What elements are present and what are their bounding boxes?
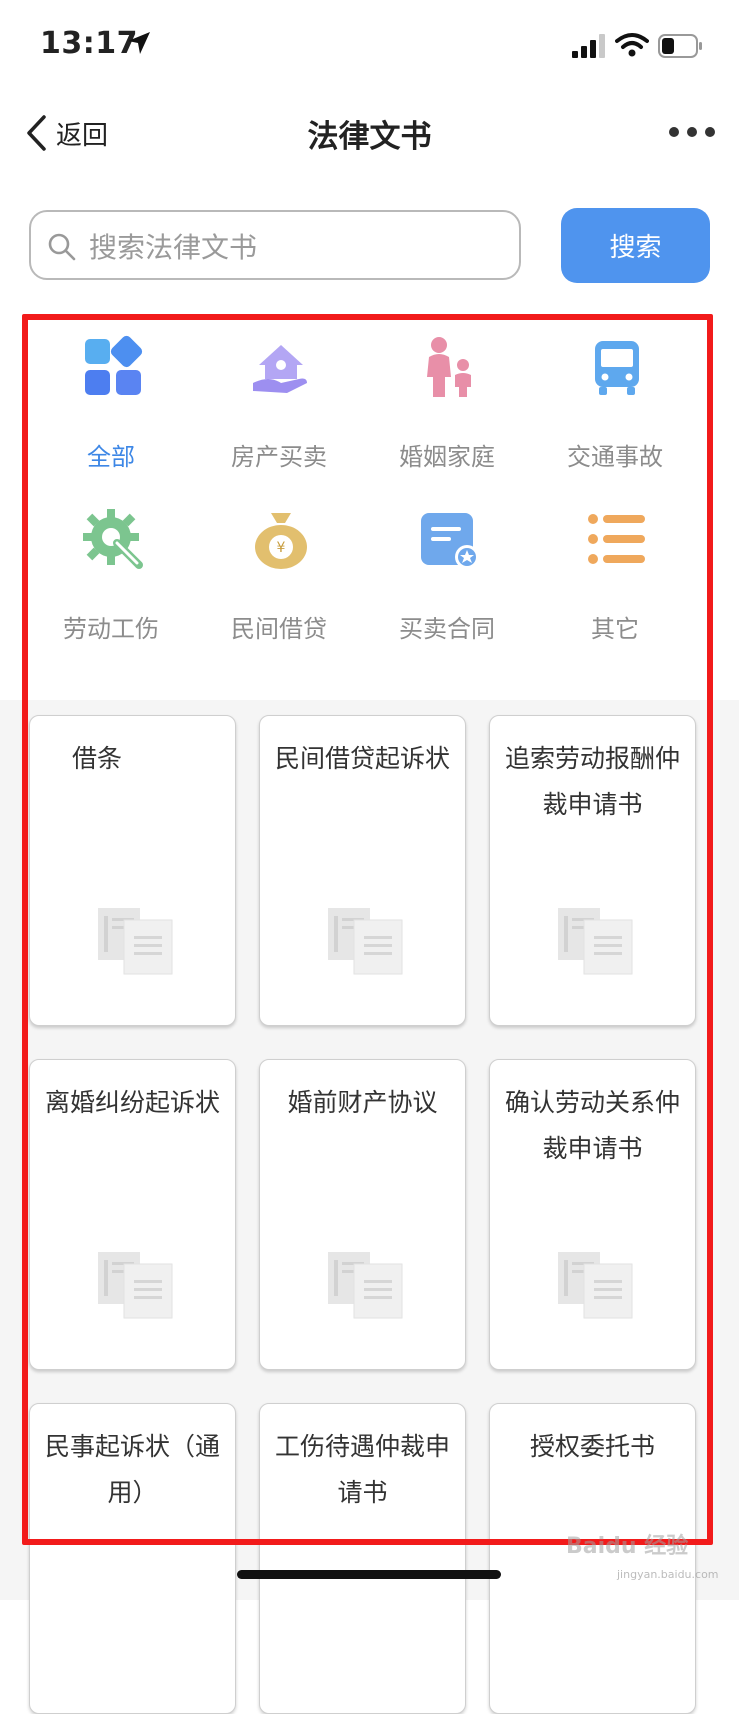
document-icon	[328, 1252, 403, 1319]
location-arrow-icon	[128, 32, 150, 54]
navigation-bar: 返回 法律文书	[0, 95, 739, 175]
document-title: 离婚纠纷起诉状	[44, 1088, 220, 1117]
house-hand-icon	[253, 345, 307, 393]
document-list: 借条 民间借贷起诉状 追索劳动报酬仲裁申请书 离婚纠纷起诉状 婚前财产协议 确认…	[0, 700, 739, 1714]
category-label: 婚姻家庭	[399, 443, 495, 471]
family-icon	[427, 337, 471, 397]
category-label: 房产买卖	[231, 443, 327, 471]
document-card[interactable]: 民间借贷起诉状	[259, 715, 466, 1026]
category-marriage-family[interactable]: 婚姻家庭	[362, 325, 532, 485]
signal-icon	[572, 34, 605, 58]
search-input[interactable]	[87, 218, 511, 276]
contract-icon	[421, 513, 479, 569]
home-indicator	[237, 1570, 501, 1579]
document-icon	[328, 908, 403, 975]
document-title: 追索劳动报酬仲裁申请书	[504, 744, 680, 819]
bus-icon	[595, 341, 639, 395]
category-other[interactable]: 其它	[530, 497, 700, 657]
category-label: 全部	[87, 443, 135, 471]
search-bar: 搜索	[0, 200, 739, 290]
status-time: 13:17	[40, 26, 138, 61]
document-card[interactable]: 婚前财产协议	[259, 1059, 466, 1370]
document-card[interactable]: 工伤待遇仲裁申请书	[259, 1403, 466, 1714]
list-icon	[588, 514, 645, 564]
category-property[interactable]: 房产买卖	[194, 325, 364, 485]
category-traffic-accident[interactable]: 交通事故	[530, 325, 700, 485]
status-bar: 13:17	[0, 0, 739, 95]
category-sales-contract[interactable]: 买卖合同	[362, 497, 532, 657]
document-title: 工伤待遇仲裁申请书	[274, 1432, 450, 1507]
search-button[interactable]: 搜索	[561, 208, 710, 283]
money-bag-icon: ¥	[255, 513, 307, 569]
category-private-lending[interactable]: ¥ 民间借贷	[194, 497, 364, 657]
document-card[interactable]: 借条	[29, 715, 236, 1026]
category-label: 其它	[591, 615, 639, 643]
document-title: 授权委托书	[529, 1432, 655, 1461]
category-all[interactable]: 全部	[26, 325, 196, 485]
grid-icon	[85, 335, 143, 395]
document-title: 确认劳动关系仲裁申请书	[504, 1088, 680, 1163]
category-label: 买卖合同	[399, 615, 495, 643]
document-icon	[98, 908, 173, 975]
search-box[interactable]	[29, 210, 521, 280]
document-title: 借条	[72, 744, 123, 773]
wifi-icon	[615, 33, 649, 57]
battery-icon	[658, 34, 702, 58]
category-label: 交通事故	[567, 443, 663, 471]
category-label: 劳动工伤	[63, 615, 159, 643]
search-icon	[48, 233, 76, 261]
gear-wrench-icon	[83, 509, 143, 569]
document-card[interactable]: 追索劳动报酬仲裁申请书	[489, 715, 696, 1026]
svg-text:¥: ¥	[277, 540, 286, 556]
page-title: 法律文书	[307, 119, 432, 155]
watermark-url: jingyan.baidu.com	[617, 1568, 719, 1581]
document-title: 婚前财产协议	[287, 1088, 438, 1117]
watermark: Baidu 经验	[566, 1534, 689, 1559]
document-icon	[558, 908, 633, 975]
more-options-icon[interactable]	[668, 117, 716, 147]
document-title: 民事起诉状（通用）	[44, 1432, 220, 1507]
category-labor-injury[interactable]: 劳动工伤	[26, 497, 196, 657]
category-grid: 全部 房产买卖 婚姻家庭 交通事故 劳动工伤 ¥ 民间借贷 买卖合同 其它	[24, 315, 714, 700]
category-label: 民间借贷	[231, 615, 327, 643]
document-card[interactable]: 离婚纠纷起诉状	[29, 1059, 236, 1370]
document-icon	[558, 1252, 633, 1319]
document-card[interactable]: 民事起诉状（通用）	[29, 1403, 236, 1714]
document-icon	[98, 1252, 173, 1319]
document-card[interactable]: 确认劳动关系仲裁申请书	[489, 1059, 696, 1370]
document-title: 民间借贷起诉状	[274, 744, 450, 773]
